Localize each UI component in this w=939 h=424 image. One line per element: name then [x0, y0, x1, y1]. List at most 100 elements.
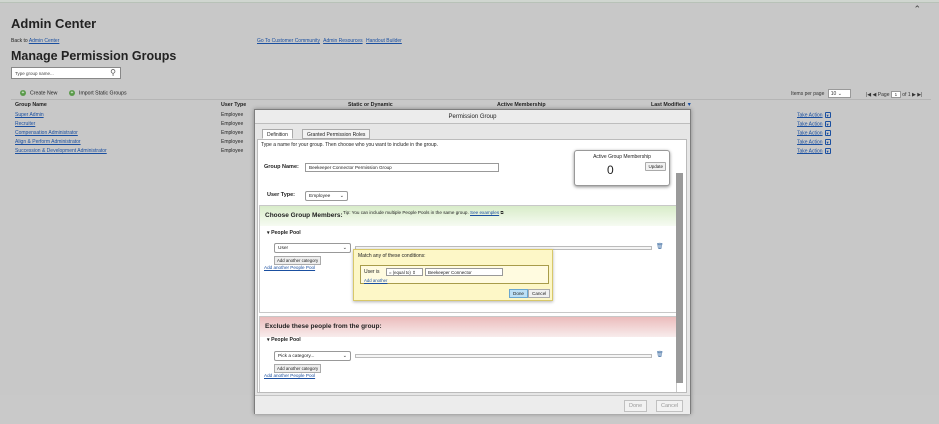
items-per-page-label: Items per page [791, 91, 825, 97]
user-type-cell: Employee [221, 130, 244, 136]
next-page-icon[interactable]: ▶ [912, 92, 916, 98]
back-link[interactable]: Admin Center [29, 38, 60, 44]
plus-icon: + [69, 90, 75, 96]
dialog-cancel-button[interactable]: Cancel [656, 400, 684, 412]
people-pool-label: People Pool [271, 337, 301, 343]
group-search-input[interactable]: Type group name... ⚲ [11, 67, 121, 79]
toolbar: + Create New + Import Static Groups Items … [11, 88, 931, 100]
chevron-down-icon: ▼ [824, 148, 831, 154]
dialog-done-button[interactable]: Done [624, 400, 648, 412]
add-another-link[interactable]: Add another [364, 278, 387, 283]
group-name-link[interactable]: Compensation Administrator [15, 130, 78, 136]
exclude-category-select[interactable]: Pick a category... ⌄ [274, 351, 351, 361]
group-name-input[interactable]: Beekeeper Connector Permission Group [305, 163, 499, 172]
trash-icon[interactable]: 🗑 [656, 243, 664, 250]
user-type-cell: Employee [221, 148, 244, 154]
see-examples-link[interactable]: See examples [470, 210, 499, 215]
popup-cancel-button[interactable]: Cancel [528, 289, 551, 298]
dialog-hint: Type a name for your group. Then choose … [261, 142, 438, 148]
user-type-cell: Employee [221, 112, 244, 118]
page-of-label: of 1 [902, 92, 911, 98]
people-pool-label: People Pool [271, 230, 301, 236]
user-type-select[interactable]: Employee ⌄ [305, 191, 348, 201]
triangle-down-icon: ▾ [267, 230, 270, 236]
create-new-button[interactable]: + Create New [20, 90, 57, 96]
popup-title: Match any of these conditions: [358, 253, 426, 259]
condition-row: User is = (equal to) ⇕ Beekeeper Connect… [360, 265, 549, 284]
popup-done-button[interactable]: Done [509, 289, 528, 298]
first-page-icon[interactable]: |◀ [866, 92, 871, 98]
take-action-button[interactable]: Take Action ▼ [797, 121, 831, 127]
take-action-label: Take Action [797, 139, 823, 146]
admin-resources-link[interactable]: Admin Resources [323, 38, 362, 44]
section-heading: Manage Permission Groups [11, 49, 177, 63]
items-per-page: Items per page 10 ⌄ [791, 89, 851, 98]
col-active-membership[interactable]: Active Membership [497, 102, 546, 108]
exclude-title: Exclude these people from the group: [265, 323, 382, 330]
page-label: Page [877, 92, 890, 98]
add-category-button[interactable]: Add another category [274, 364, 322, 373]
chevron-down-icon: ▼ [824, 139, 831, 145]
include-category-value: User [278, 246, 289, 251]
last-page-icon[interactable]: ▶| [917, 92, 922, 98]
people-pool-toggle[interactable]: ▾ People Pool [267, 230, 301, 236]
include-category-select[interactable]: User ⌄ [274, 243, 351, 253]
sort-desc-icon: ▼ [686, 102, 692, 108]
people-pool-toggle[interactable]: ▾ People Pool [267, 337, 301, 343]
col-static-dynamic[interactable]: Static or Dynamic [348, 102, 393, 108]
col-last-modified[interactable]: Last Modified ▼ [651, 102, 692, 108]
collapse-icon[interactable]: ⌃ [913, 4, 921, 15]
chevron-down-icon: ▼ [824, 121, 831, 127]
chevron-down-icon: ▼ [824, 112, 831, 118]
add-category-button[interactable]: Add another category [274, 256, 322, 265]
take-action-button[interactable]: Take Action ▼ [797, 148, 831, 154]
page-title: Admin Center [11, 16, 97, 31]
take-action-button[interactable]: Take Action ▼ [797, 130, 831, 136]
items-per-page-value: 10 [830, 91, 837, 97]
group-name-label: Group Name: [264, 164, 299, 170]
take-action-label: Take Action [797, 112, 823, 119]
import-static-button[interactable]: + Import Static Groups [69, 90, 127, 96]
page-number-input[interactable]: 1 [890, 91, 901, 98]
import-static-label: Import Static Groups [79, 90, 127, 97]
tab-definition[interactable]: Definition [262, 129, 293, 139]
group-name-link[interactable]: Succession & Development Administrator [15, 148, 107, 154]
take-action-label: Take Action [797, 130, 823, 137]
prev-page-icon[interactable]: ◀ [873, 92, 877, 98]
chevron-down-icon: ▼ [824, 130, 831, 136]
exclude-condition-bar[interactable] [355, 354, 652, 358]
updown-icon: ⇕ [412, 270, 416, 275]
plus-icon: + [20, 90, 26, 96]
take-action-label: Take Action [797, 121, 823, 128]
dialog-scrollbar[interactable] [676, 173, 683, 383]
chevron-down-icon: ⌄ [339, 193, 344, 199]
group-name-link[interactable]: Recruiter [15, 121, 35, 127]
group-name-link[interactable]: Align & Perform Administrator [15, 139, 81, 145]
active-membership-card: Active Group Membership 0 Update [574, 150, 670, 186]
add-people-pool-link[interactable]: Add another People Pool [264, 265, 315, 270]
take-action-button[interactable]: Take Action ▼ [797, 112, 831, 118]
group-name-link[interactable]: Super Admin [15, 112, 44, 118]
chevron-down-icon: ⌄ [342, 353, 347, 359]
tab-granted-roles[interactable]: Granted Permission Roles [302, 129, 371, 139]
add-people-pool-link[interactable]: Add another People Pool [264, 373, 315, 378]
tip-text: Tip: You can include multiple People Poo… [343, 210, 504, 215]
create-new-label: Create New [30, 90, 58, 97]
customer-community-link[interactable]: Go To Customer Community [257, 38, 320, 44]
operator-select[interactable]: = (equal to) ⇕ [386, 268, 423, 276]
items-per-page-select[interactable]: 10 ⌄ [827, 89, 851, 98]
active-membership-title: Active Group Membership [593, 154, 651, 160]
external-link-icon: ⧉ [500, 210, 504, 215]
condition-label: User is [364, 269, 380, 275]
update-button[interactable]: Update [645, 162, 666, 171]
col-user-type[interactable]: User Type [221, 102, 246, 108]
take-action-button[interactable]: Take Action ▼ [797, 139, 831, 145]
search-icon[interactable]: ⚲ [110, 68, 116, 77]
condition-value-input[interactable]: Beekeeper Connector [425, 268, 503, 276]
handout-builder-link[interactable]: Handout Builder [366, 38, 402, 44]
trash-icon[interactable]: 🗑 [656, 351, 664, 358]
back-line: Back to Admin Center [11, 38, 59, 44]
col-group-name[interactable]: Group Name [15, 102, 47, 108]
take-action-label: Take Action [797, 148, 823, 155]
user-type-cell: Employee [221, 139, 244, 145]
